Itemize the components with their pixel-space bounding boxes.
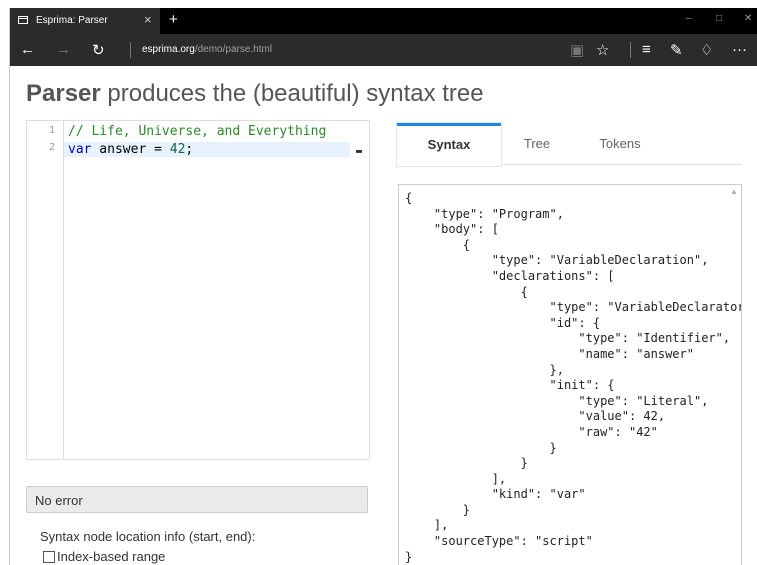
maximize-icon[interactable]: □ <box>716 13 722 24</box>
output-tabs: Syntax Tree Tokens <box>397 123 742 166</box>
web-note-icon[interactable]: ✎ <box>670 41 683 59</box>
tab-tokens[interactable]: Tokens <box>573 123 667 164</box>
code-number: 42 <box>169 142 186 157</box>
browser-tab[interactable]: Esprima: Parser × <box>10 8 160 34</box>
new-tab-button[interactable]: + <box>169 11 178 28</box>
close-tab-icon[interactable]: × <box>144 12 152 27</box>
refresh-icon[interactable]: ↻ <box>92 41 105 59</box>
syntax-tree-json: { "type": "Program", "body": [ { "type":… <box>405 191 741 564</box>
address-bar: ← → ↻ esprima.org/demo/parse.html ▣ ☆ ≡ … <box>10 34 757 66</box>
page-title: Parser produces the (beautiful) syntax t… <box>26 80 484 108</box>
page-icon <box>18 16 28 24</box>
status-message: No error <box>35 493 83 508</box>
browser-window: Esprima: Parser × + – □ ✕ ← → ↻ esprima.… <box>10 8 757 565</box>
share-icon[interactable]: ♢ <box>700 41 713 59</box>
minimize-icon[interactable]: – <box>686 13 692 24</box>
tab-syntax[interactable]: Syntax <box>397 123 501 166</box>
page-title-bold: Parser <box>26 80 101 107</box>
code-line-1[interactable]: // Life, Universe, and Everything <box>68 124 326 139</box>
scroll-up-icon[interactable]: ▲ <box>730 187 738 196</box>
tab-bar: Esprima: Parser × + – □ ✕ <box>10 8 757 34</box>
code-editor[interactable]: 1 2 // Life, Universe, and Everything va… <box>26 120 370 460</box>
reading-view-icon[interactable]: ▣ <box>570 41 584 59</box>
url-domain: esprima.org <box>142 44 195 55</box>
line-number: 2 <box>48 142 55 153</box>
tab-tree[interactable]: Tree <box>501 123 573 164</box>
line-number: 1 <box>48 125 55 136</box>
index-range-option[interactable]: Index-based range <box>43 549 165 564</box>
page-title-rest: produces the (beautiful) syntax tree <box>100 80 484 107</box>
desktop-edge <box>0 0 10 565</box>
code-line-2[interactable]: var answer = 42; <box>64 142 350 157</box>
code-text-end: ; <box>185 142 194 157</box>
index-range-checkbox[interactable] <box>43 551 55 563</box>
page-content: Parser produces the (beautiful) syntax t… <box>10 66 757 565</box>
address-separator <box>130 42 131 58</box>
url-field[interactable]: esprima.org/demo/parse.html <box>142 44 272 55</box>
code-comment: // Life, Universe, and Everything <box>68 124 327 139</box>
fold-marker-icon[interactable]: ▬ <box>356 146 362 157</box>
favorite-star-icon[interactable]: ☆ <box>596 41 609 59</box>
toolbar-separator <box>630 42 631 58</box>
code-keyword: var <box>68 142 92 157</box>
location-info-label: Syntax node location info (start, end): <box>40 529 256 544</box>
tab-title: Esprima: Parser <box>36 15 108 26</box>
hub-icon[interactable]: ≡ <box>642 41 651 58</box>
url-path: /demo/parse.html <box>194 44 273 55</box>
close-window-icon[interactable]: ✕ <box>744 13 752 24</box>
forward-icon[interactable]: → <box>56 41 71 58</box>
syntax-output-panel[interactable]: { "type": "Program", "body": [ { "type":… <box>398 184 742 565</box>
back-icon[interactable]: ← <box>20 41 35 58</box>
status-box: No error <box>26 486 368 513</box>
index-range-label: Index-based range <box>57 549 166 564</box>
line-gutter: 1 2 <box>27 121 64 459</box>
code-text: answer = <box>91 142 170 157</box>
more-icon[interactable]: ··· <box>732 41 747 58</box>
